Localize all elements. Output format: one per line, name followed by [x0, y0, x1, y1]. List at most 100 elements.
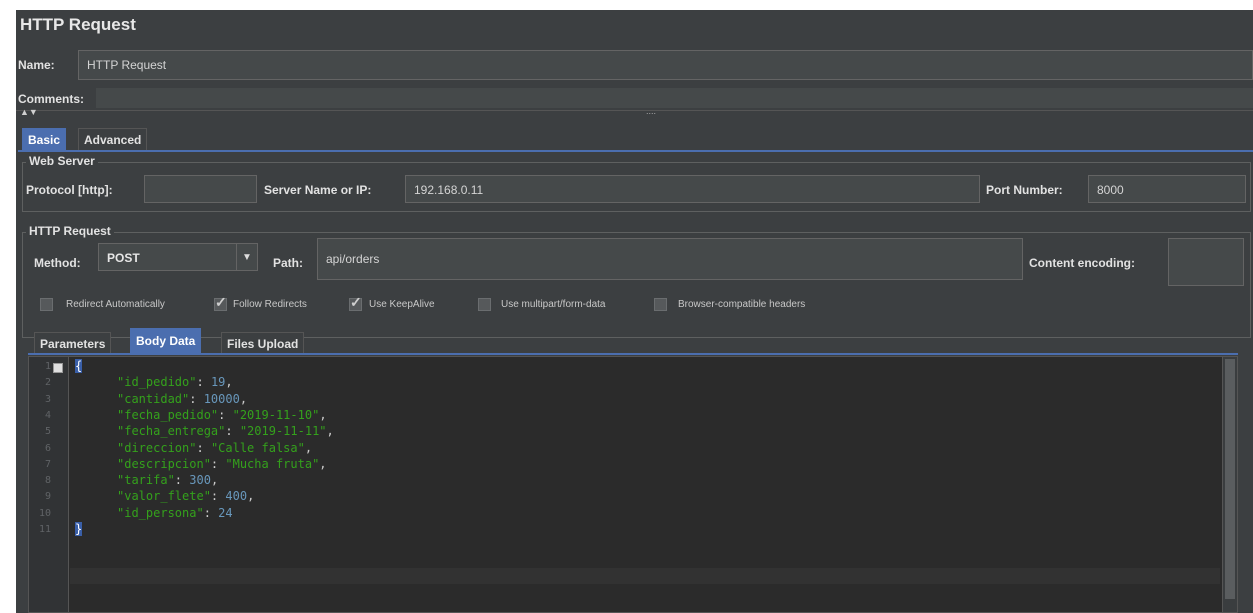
chevron-down-icon[interactable]: ▼ [236, 244, 257, 270]
name-field[interactable]: HTTP Request [78, 50, 1253, 80]
json-key: "direccion" [117, 440, 197, 455]
comments-area[interactable] [96, 88, 1253, 108]
tab-basic[interactable]: Basic [22, 128, 67, 150]
line-number-gutter: 1 2 3 4 5 6 7 8 9 10 11 [29, 357, 69, 612]
code-line: { [75, 359, 83, 373]
splitter-grip[interactable]: .... [646, 106, 656, 116]
use-multipart-label: Use multipart/form-data [501, 299, 606, 310]
line-number: 1 [44, 361, 51, 372]
json-colon: : [210, 456, 226, 471]
use-keepalive-checkbox[interactable]: ✓ [349, 294, 362, 311]
scrollbar-thumb[interactable] [1225, 359, 1235, 599]
name-label: Name: [18, 58, 55, 72]
json-key: "fecha_entrega" [117, 424, 226, 439]
line-number: 10 [38, 507, 51, 519]
json-value: "Calle falsa" [210, 440, 305, 455]
line-number: 4 [44, 409, 51, 421]
code-line: "direccion": "Calle falsa", [117, 441, 312, 455]
json-comma: , [225, 375, 233, 390]
json-key: "cantidad" [117, 391, 190, 406]
http-request-title: HTTP Request [26, 224, 114, 238]
line-number: 9 [44, 491, 51, 503]
json-colon: : [210, 489, 226, 504]
use-keepalive-label: Use KeepAlive [369, 299, 435, 310]
method-select[interactable]: POST ▼ [98, 243, 258, 271]
line-number: 7 [44, 458, 51, 470]
body-tab-underline [28, 353, 1238, 355]
splitter[interactable]: ▲▼ .... [16, 106, 1253, 121]
code-line: "fecha_pedido": "2019-11-10", [117, 408, 327, 422]
json-value: "2019-11-11" [239, 424, 327, 439]
json-comma: , [326, 424, 334, 439]
json-key: "id_persona" [117, 505, 204, 520]
json-value: 10000 [203, 391, 240, 406]
method-value: POST [107, 251, 140, 265]
json-key: "id_pedido" [117, 375, 197, 390]
json-value: "Mucha fruta" [225, 456, 320, 471]
json-comma: , [319, 407, 327, 422]
tab-underline [18, 150, 1253, 152]
json-value: "2019-11-10" [232, 407, 320, 422]
comments-label: Comments: [18, 92, 85, 106]
path-field[interactable]: api/orders [317, 238, 1023, 280]
json-colon: : [196, 375, 211, 390]
json-colon: : [225, 424, 240, 439]
encoding-label: Content encoding: [1029, 256, 1135, 270]
page-title: HTTP Request [20, 15, 136, 34]
open-brace: { [75, 359, 83, 373]
follow-redirects-checkbox[interactable]: ✓ [214, 294, 227, 311]
check-icon: ✓ [215, 294, 227, 310]
line-number: 3 [44, 393, 51, 405]
encoding-field[interactable] [1168, 238, 1244, 286]
json-value: 19 [210, 375, 226, 390]
port-label: Port Number: [986, 183, 1063, 197]
code-line: } [75, 522, 83, 536]
protocol-field[interactable] [144, 175, 257, 203]
redirect-automatically-label: Redirect Automatically [66, 299, 165, 310]
follow-redirects-label: Follow Redirects [233, 299, 307, 310]
line-number: 8 [44, 475, 51, 487]
json-key: "tarifa" [117, 473, 175, 488]
tab-parameters[interactable]: Parameters [34, 332, 112, 354]
port-field[interactable]: 8000 [1088, 175, 1246, 203]
json-colon: : [174, 473, 190, 488]
json-comma: , [304, 440, 313, 455]
json-key: "descripcion" [117, 456, 211, 471]
json-comma: , [210, 473, 219, 488]
json-key: "fecha_pedido" [117, 407, 219, 422]
editor-scrollbar[interactable] [1222, 357, 1237, 612]
json-colon: : [196, 440, 211, 455]
json-value: 400 [225, 489, 248, 504]
tab-body-data[interactable]: Body Data [130, 328, 202, 354]
browser-compatible-checkbox[interactable] [654, 298, 667, 311]
code-line: "valor_flete": 400, [117, 489, 254, 503]
code-line: "fecha_entrega": "2019-11-11", [117, 424, 334, 438]
current-line-highlight [70, 568, 1220, 584]
collapse-arrows-icon[interactable]: ▲▼ [20, 107, 38, 117]
body-data-editor[interactable]: 1 2 3 4 5 6 7 8 9 10 11 {"id_pedido": 19, "cantidad… [28, 356, 1238, 613]
line-number: 11 [38, 524, 51, 535]
tab-files-upload[interactable]: Files Upload [221, 332, 305, 354]
close-brace: } [75, 522, 83, 536]
json-value: 24 [218, 505, 233, 520]
redirect-automatically-checkbox[interactable] [40, 298, 53, 311]
check-icon: ✓ [350, 294, 362, 310]
code-line: "id_persona": 24 [117, 506, 233, 520]
web-server-title: Web Server [26, 154, 98, 168]
json-colon: : [218, 407, 233, 422]
json-key: "valor_flete" [117, 489, 211, 504]
server-label: Server Name or IP: [264, 183, 372, 197]
code-line: "descripcion": "Mucha fruta", [117, 457, 327, 471]
json-comma: , [247, 489, 255, 504]
path-label: Path: [273, 256, 303, 270]
line-number: 6 [44, 442, 51, 454]
tab-advanced[interactable]: Advanced [78, 128, 148, 150]
http-request-panel: HTTP Request Name: HTTP Request Comments… [16, 10, 1253, 613]
fold-marker-icon[interactable] [53, 363, 63, 373]
code-line: "id_pedido": 19, [117, 375, 233, 389]
server-field[interactable]: 192.168.0.11 [405, 175, 980, 203]
use-multipart-checkbox[interactable] [478, 298, 491, 311]
line-number: 2 [44, 377, 51, 389]
json-comma: , [319, 456, 327, 471]
json-value: 300 [189, 473, 211, 488]
